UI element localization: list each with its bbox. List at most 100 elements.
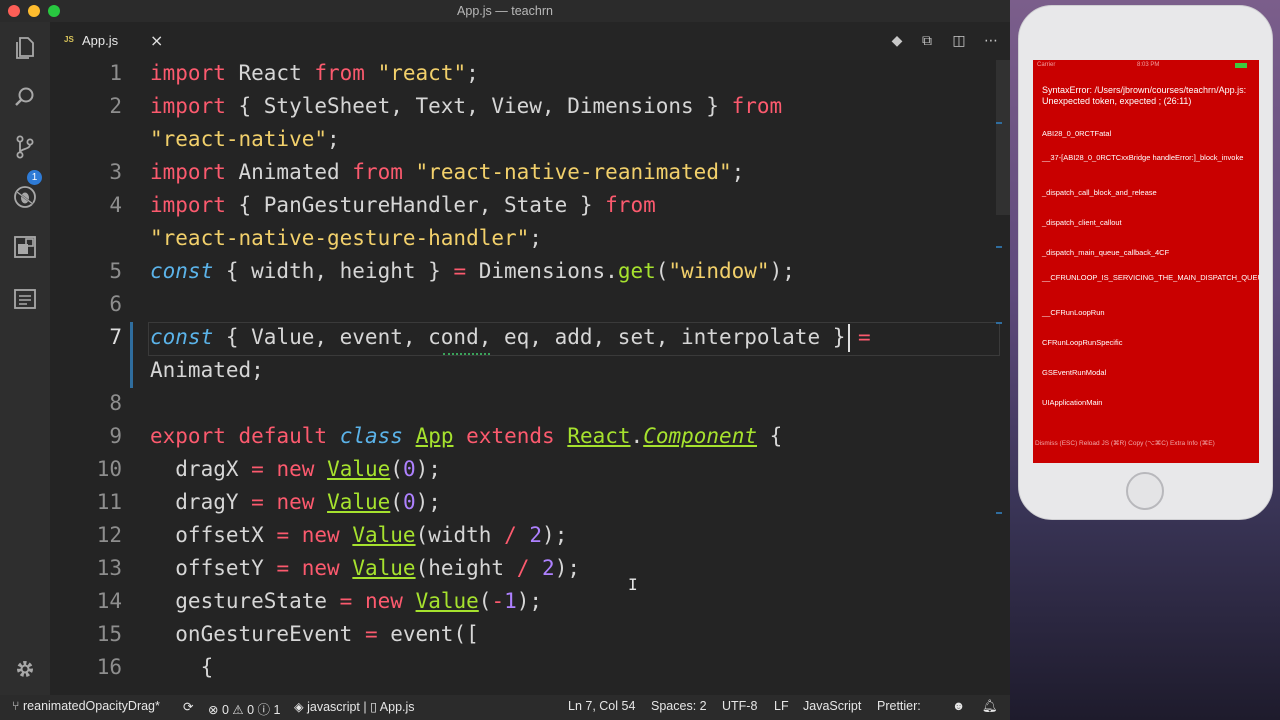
language-file-item[interactable]: ◈ javascript | ▯ App.js xyxy=(294,699,415,714)
code-token: { StyleSheet, Text, View, Dimensions } xyxy=(225,94,732,118)
sync-icon[interactable]: ⟳ xyxy=(183,699,193,714)
code-line[interactable]: import { PanGestureHandler, State } from xyxy=(150,189,656,222)
stack-frame[interactable]: __CFRUNLOOP_IS_SERVICING_THE_MAIN_DISPAT… xyxy=(1042,273,1259,282)
code-line[interactable]: onGestureEvent = event([ xyxy=(150,618,478,651)
code-token: 0 xyxy=(402,490,416,514)
info-count: 1 xyxy=(273,703,281,717)
line-number: 6 xyxy=(109,292,122,316)
code-token: new xyxy=(276,490,315,514)
code-line[interactable]: offsetY = new Value(height / 2); xyxy=(150,552,580,585)
stack-frame[interactable]: ABI28_0_0RCTFatal xyxy=(1042,129,1254,138)
code-token: = xyxy=(251,457,264,481)
stack-frame[interactable]: __37-[ABI28_0_0RCTCxxBridge handleError:… xyxy=(1042,153,1254,162)
code-token: (width xyxy=(415,523,505,547)
code-token: { xyxy=(150,655,214,679)
home-button[interactable] xyxy=(1126,472,1164,510)
tab-app-js[interactable]: JS App.js × xyxy=(50,22,170,60)
extensions-icon[interactable] xyxy=(12,234,38,260)
stack-frame[interactable]: UIApplicationMain xyxy=(1042,398,1254,407)
code-token: onGestureEvent xyxy=(150,622,365,646)
split-editor-icon[interactable]: ◫ xyxy=(950,32,968,50)
debug-icon[interactable] xyxy=(12,184,38,210)
feedback-smiley-icon[interactable]: ☻ xyxy=(952,699,965,713)
code-line[interactable]: offsetX = new Value(width / 2); xyxy=(150,519,567,552)
stack-frame[interactable]: __CFRunLoopRun xyxy=(1042,308,1254,317)
more-icon[interactable]: ⋯ xyxy=(982,32,1000,50)
indentation[interactable]: Spaces: 2 xyxy=(651,699,707,713)
problems-item[interactable]: ⊗ 0 ⚠ 0 ⓘ 1 xyxy=(208,699,281,718)
code-token: ); xyxy=(415,457,441,481)
stack-frame[interactable]: _dispatch_call_block_and_release xyxy=(1042,188,1254,197)
code-token: ; xyxy=(731,160,745,184)
activity-bar: 1 xyxy=(0,22,50,695)
code-line[interactable]: "react-native-gesture-handler"; xyxy=(150,222,542,255)
code-line[interactable]: { xyxy=(150,651,214,684)
code-token: Dimensions. xyxy=(466,259,618,283)
source-control-icon[interactable] xyxy=(12,134,38,160)
stack-frame[interactable]: CFRunLoopRunSpecific xyxy=(1042,338,1254,347)
open-preview-icon[interactable]: ⧉ xyxy=(918,32,936,50)
redbox-error-screen[interactable]: Carrier 8:03 PM SyntaxError: /Users/jbro… xyxy=(1033,60,1259,463)
explorer-icon[interactable] xyxy=(12,34,38,60)
terminal-panel-icon[interactable] xyxy=(12,286,38,312)
code-line[interactable]: import { StyleSheet, Text, View, Dimensi… xyxy=(150,90,782,123)
stack-frame[interactable]: _dispatch_main_queue_callback_4CF xyxy=(1042,248,1254,257)
code-line[interactable]: Animated; xyxy=(150,354,264,387)
prettier-item[interactable]: Prettier: xyxy=(877,699,921,713)
code-line[interactable]: "react-native"; xyxy=(150,123,340,156)
stack-frame[interactable]: _dispatch_client_callout xyxy=(1042,218,1254,227)
text-cursor xyxy=(848,324,850,352)
code-line[interactable]: dragY = new Value(0); xyxy=(150,486,441,519)
close-tab-icon[interactable]: × xyxy=(150,31,163,50)
branch-item[interactable]: ⑂ reanimatedOpacityDrag* xyxy=(12,699,160,713)
end-of-line[interactable]: LF xyxy=(774,699,789,713)
cursor-position[interactable]: Ln 7, Col 54 xyxy=(568,699,635,713)
code-token: { xyxy=(757,424,783,448)
code-token: = xyxy=(276,556,290,580)
code-line[interactable]: import React from "react"; xyxy=(150,60,479,90)
line-number: 11 xyxy=(96,490,122,514)
code-token: from xyxy=(605,193,656,217)
code-line[interactable]: dragX = new Value(0); xyxy=(150,453,441,486)
code-line[interactable]: export default class App extends React.C… xyxy=(150,420,782,453)
encoding[interactable]: UTF-8 xyxy=(722,699,757,713)
code-token: import xyxy=(150,94,226,118)
status-time: 8:03 PM xyxy=(1137,62,1160,68)
compare-icon[interactable]: ◆ xyxy=(888,32,906,50)
code-token: = xyxy=(251,490,264,514)
code-line[interactable]: const { Value, event, cond, eq, add, set… xyxy=(150,321,871,354)
code-token: const xyxy=(150,325,214,349)
code-token: Value xyxy=(327,490,391,514)
syntax-error-message: SyntaxError: /Users/jbrown/courses/teach… xyxy=(1042,85,1247,106)
scrollbar-thumb[interactable] xyxy=(996,60,1010,215)
status-bar: ⑂ reanimatedOpacityDrag* ⟳ ⊗ 0 ⚠ 0 ⓘ 1 ◈… xyxy=(0,695,1010,720)
language-mode[interactable]: JavaScript xyxy=(803,699,861,713)
code-token: ( xyxy=(478,589,492,613)
code-token: from xyxy=(314,61,365,85)
stack-frame[interactable]: GSEventRunModal xyxy=(1042,368,1254,377)
redbox-footer-actions[interactable]: Dismiss (ESC) Reload JS (⌘R) Copy (⌥⌘C) … xyxy=(1035,439,1257,447)
search-icon[interactable] xyxy=(12,84,38,110)
code-token: React xyxy=(567,424,631,448)
editor-tabs: JS App.js × ◆ ⧉ ◫ ⋯ xyxy=(50,22,1010,60)
line-number: 5 xyxy=(109,259,122,283)
gear-icon[interactable] xyxy=(12,656,38,682)
code-token: = xyxy=(453,259,467,283)
code-token: "react-native" xyxy=(150,127,328,151)
code-token: const xyxy=(150,259,214,283)
line-number: 15 xyxy=(96,622,122,646)
overview-ruler-mark xyxy=(996,322,1002,324)
unused-variable-warning xyxy=(443,352,490,355)
code-line[interactable]: import Animated from "react-native-reani… xyxy=(150,156,744,189)
notifications-bell-icon[interactable]: 🔔︎ xyxy=(982,699,998,714)
code-token: App xyxy=(415,424,454,448)
code-editor[interactable]: 1 2 3 4 5 6 7 8 9 10 11 12 13 14 15 16 import React fro… xyxy=(50,60,1010,695)
code-line[interactable]: gestureState = new Value(-1); xyxy=(150,585,542,618)
line-number: 4 xyxy=(109,193,122,217)
code-token: dragX xyxy=(150,457,252,481)
code-line[interactable]: const { width, height } = Dimensions.get… xyxy=(150,255,795,288)
